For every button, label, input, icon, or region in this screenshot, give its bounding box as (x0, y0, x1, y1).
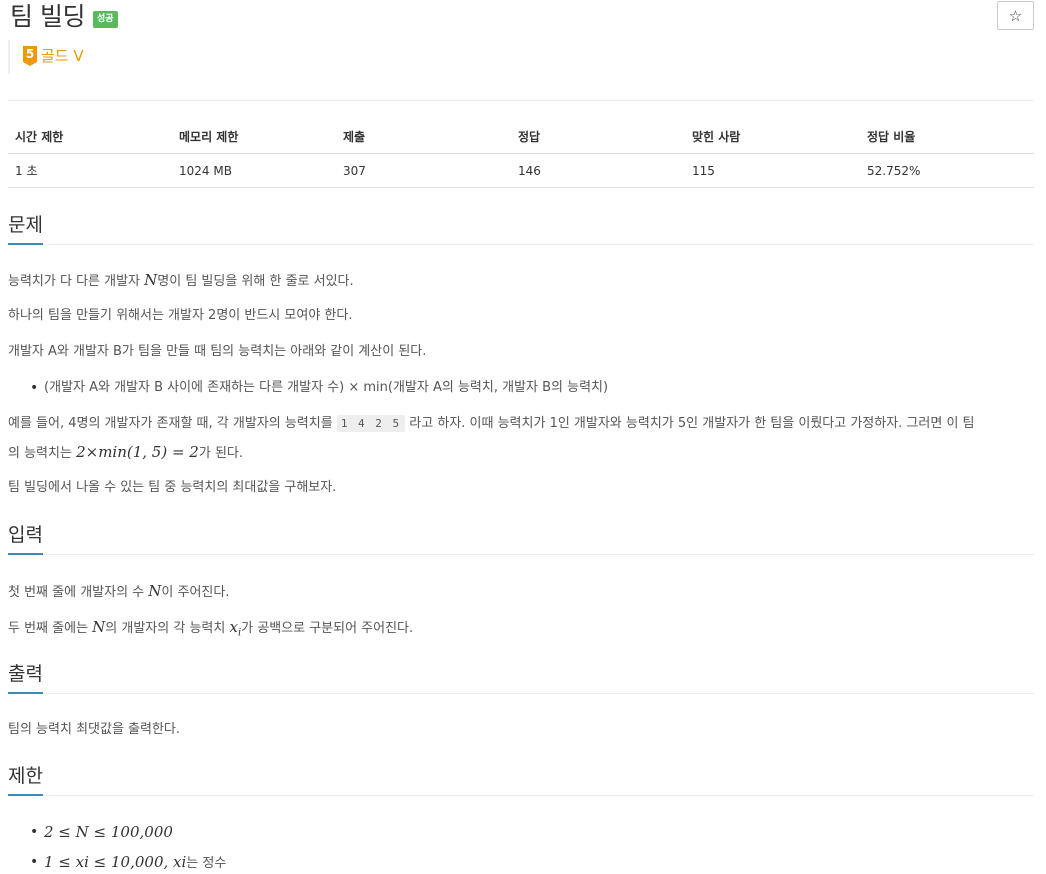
math-var: N (92, 618, 106, 636)
problem-paragraph-2: 하나의 팀을 만들기 위해서는 개발자 2명이 반드시 모여야 한다. (8, 308, 353, 323)
math-var: N (144, 271, 158, 289)
header-divider (8, 100, 1034, 101)
section-output-heading: 출력 (8, 660, 1034, 694)
math-var: N (148, 582, 162, 600)
header-time-limit: 시간 제한 (8, 118, 172, 154)
section-title: 출력 (8, 660, 43, 694)
value-submissions[interactable]: 307 (336, 153, 511, 188)
text: 는 정수 (186, 856, 227, 871)
status-badge: 성공 (92, 10, 118, 28)
input-line-1: 첫 번째 줄에 개발자의 수 N이 주어진다. (8, 577, 1034, 607)
star-button[interactable]: ☆ (997, 1, 1034, 30)
text: 가 된다. (198, 446, 244, 461)
problem-paragraph-3: 개발자 A와 개발자 B가 팀을 만들 때 팀의 능력치는 아래와 같이 계산이… (8, 344, 427, 359)
math-var: x (229, 618, 238, 636)
section-input-heading: 입력 (8, 521, 1034, 555)
title-row: 팀 빌딩 성공 (10, 2, 118, 32)
problem-info-table: 시간 제한 메모리 제한 제출 정답 맞힌 사람 정답 비율 1 초 1024 … (8, 118, 1034, 188)
text: 명이 팀 빌딩을 위해 한 줄로 서있다. (157, 274, 354, 289)
output-line-1: 팀의 능력치 최댓값을 출력한다. (8, 722, 181, 737)
text: 의 능력치는 (8, 446, 77, 461)
list-item: (개발자 A와 개발자 B 사이에 존재하는 다른 개발자 수) × min(개… (8, 374, 1034, 402)
table-row: 1 초 1024 MB 307 146 115 52.752% (8, 153, 1034, 188)
header-submissions: 제출 (336, 118, 511, 154)
section-problem-heading: 문제 (8, 211, 1034, 245)
list-item: 1 ≤ xi ≤ 10,000, xi는 정수 (8, 848, 1034, 874)
tier-icon: 5 (23, 46, 37, 66)
tier-row: 5 골드 V (8, 40, 84, 74)
tier-label[interactable]: 골드 V (41, 46, 84, 66)
problem-paragraph-4: 예를 들어, 4명의 개발자가 존재할 때, 각 개발자의 능력치를 1 4 2… (8, 410, 1034, 468)
section-title: 제한 (8, 762, 43, 796)
value-solvers[interactable]: 115 (685, 153, 860, 188)
text: 첫 번째 줄에 개발자의 수 (8, 585, 149, 600)
section-limit-heading: 제한 (8, 762, 1034, 796)
problem-paragraph-5: 팀 빌딩에서 나올 수 있는 팀 중 능력치의 최대값을 구해보자. (8, 480, 337, 495)
value-time-limit: 1 초 (8, 153, 172, 188)
inline-code: 1 4 2 5 (336, 415, 406, 432)
text: 능력치가 다 다른 개발자 (8, 274, 145, 289)
math-expression: 1 ≤ xi ≤ 10,000, xi (44, 853, 187, 871)
table-header-row: 시간 제한 메모리 제한 제출 정답 맞힌 사람 정답 비율 (8, 118, 1034, 154)
header-solvers: 맞힌 사람 (685, 118, 860, 154)
header-accepted: 정답 (511, 118, 685, 154)
math-expression: 2 ≤ N ≤ 100,000 (44, 823, 173, 841)
formula-list: (개발자 A와 개발자 B 사이에 존재하는 다른 개발자 수) × min(개… (8, 374, 1034, 402)
text: 가 공백으로 구분되어 주어진다. (241, 621, 414, 636)
problem-header: 팀 빌딩 성공 ☆ 5 골드 V (8, 0, 1034, 80)
value-memory-limit: 1024 MB (172, 153, 336, 188)
header-ratio: 정답 비율 (860, 118, 1034, 154)
value-ratio: 52.752% (860, 153, 1034, 188)
text: 두 번째 줄에는 (8, 621, 93, 636)
value-accepted[interactable]: 146 (511, 153, 685, 188)
section-title: 입력 (8, 521, 43, 555)
limit-list: 2 ≤ N ≤ 100,000 1 ≤ xi ≤ 10,000, xi는 정수 (8, 818, 1034, 874)
text: 의 개발자의 각 능력치 (105, 621, 230, 636)
text: 이 주어진다. (161, 585, 230, 600)
section-title: 문제 (8, 211, 43, 245)
problem-title: 팀 빌딩 (10, 2, 85, 31)
math-expression: 2×min(1, 5) = 2 (76, 443, 199, 461)
list-item: 2 ≤ N ≤ 100,000 (8, 818, 1034, 848)
input-line-2: 두 번째 줄에는 N의 개발자의 각 능력치 xi가 공백으로 구분되어 주어진… (8, 613, 1034, 648)
header-memory-limit: 메모리 제한 (172, 118, 336, 154)
star-icon: ☆ (1008, 6, 1023, 25)
problem-paragraph-1: 능력치가 다 다른 개발자 N명이 팀 빌딩을 위해 한 줄로 서있다. (8, 266, 1034, 296)
text: 예를 들어, 4명의 개발자가 존재할 때, 각 개발자의 능력치를 (8, 416, 337, 431)
text: 라고 하자. 이때 능력치가 1인 개발자와 능력치가 5인 개발자가 한 팀을… (405, 416, 975, 431)
